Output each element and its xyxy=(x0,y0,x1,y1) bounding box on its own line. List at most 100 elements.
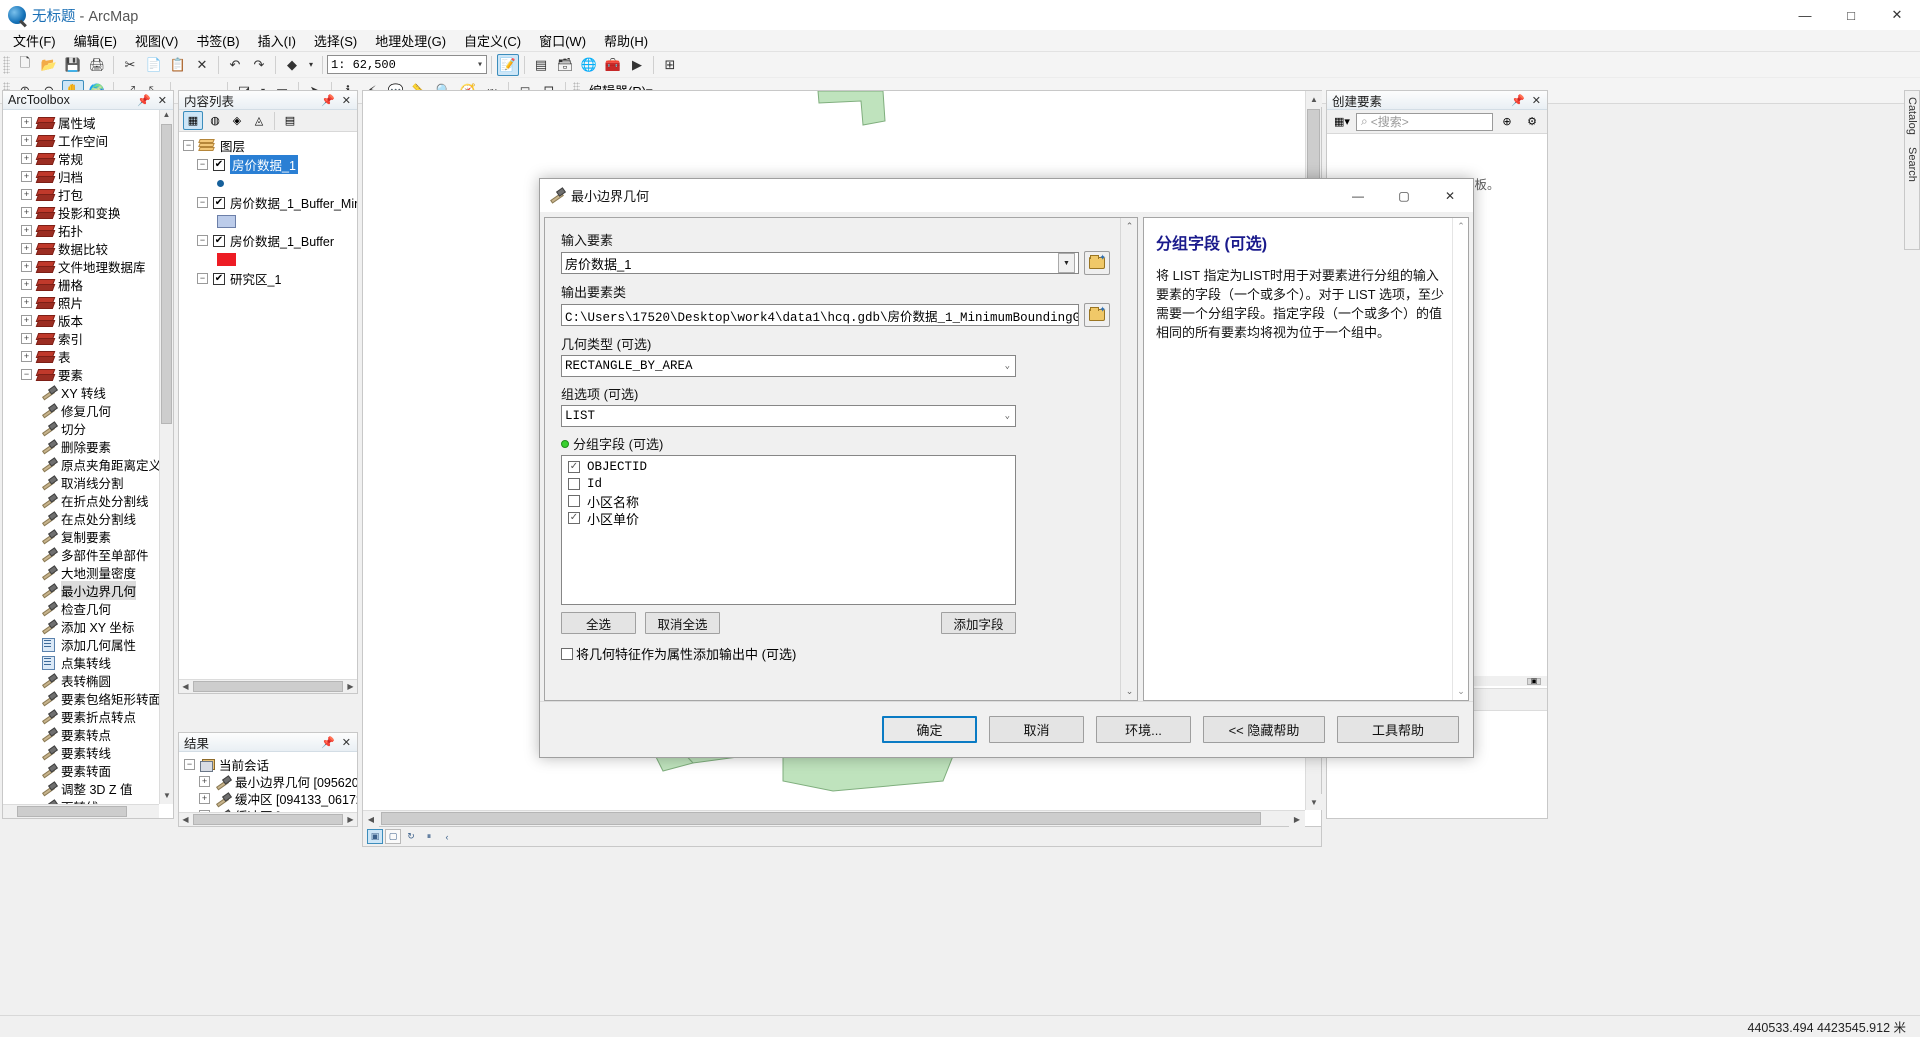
tool-node[interactable]: 在折点处分割线 xyxy=(3,491,173,509)
tool-node[interactable]: XY 转线 xyxy=(3,383,173,401)
scroll-thumb[interactable] xyxy=(17,806,127,817)
environments-button[interactable]: 环境... xyxy=(1096,716,1191,743)
group-fields-list[interactable]: ✓ OBJECTID Id 小区名称 ✓ 小区单价 xyxy=(568,460,1015,527)
toolset-node[interactable]: + 版本 xyxy=(3,311,173,329)
group-field-row[interactable]: ✓ OBJECTID xyxy=(568,460,1015,474)
tool-node[interactable]: 要素转线 xyxy=(3,743,173,761)
group-fields-listbox[interactable]: ✓ OBJECTID Id 小区名称 ✓ 小区单价 xyxy=(561,455,1016,605)
result-item[interactable]: +缓冲区 [094133_061720. xyxy=(184,790,357,807)
scroll-right-icon[interactable]: ▶ xyxy=(344,682,357,691)
group-field-row[interactable]: ✓ 小区单价 xyxy=(568,511,1015,527)
tool-node[interactable]: 修复几何 xyxy=(3,401,173,419)
group-field-checkbox[interactable] xyxy=(568,478,580,490)
toc-body[interactable]: ▦ ◍ ◈ ◬ ▤ −图层−✔房价数据_1−✔房价数据_1_Buffer_Min… xyxy=(179,110,357,693)
layer-symbol-row[interactable] xyxy=(183,174,357,193)
layout-view-button[interactable]: ▢ xyxy=(385,829,401,844)
tool-node[interactable]: 调整 3D Z 值 xyxy=(3,779,173,797)
layer-symbol-row[interactable] xyxy=(183,250,357,269)
toolset-node[interactable]: + 属性域 xyxy=(3,113,173,131)
layer-symbol-swatch[interactable] xyxy=(217,215,236,228)
result-item[interactable]: +最小边界几何 [095620_06 xyxy=(184,773,357,790)
add-field-button[interactable]: 添加字段 xyxy=(941,612,1016,634)
layer-symbol-swatch[interactable] xyxy=(217,253,236,266)
collapse-icon[interactable]: − xyxy=(184,759,195,770)
map-scale-combobox[interactable]: 1: 62,500 ▾ xyxy=(327,55,487,74)
scroll-right-icon[interactable]: ▶ xyxy=(1289,811,1305,827)
scroll-down-icon[interactable]: ▼ xyxy=(160,791,173,804)
close-button[interactable]: ✕ xyxy=(1874,0,1920,30)
layer-symbol-row[interactable] xyxy=(183,212,357,231)
results-horizontal-scrollbar[interactable]: ◀ ▶ xyxy=(179,812,357,826)
dialog-help-scrollbar[interactable]: ⌃ ⌄ xyxy=(1452,218,1468,700)
save-button[interactable]: 💾 xyxy=(62,54,84,76)
add-data-dropdown-icon[interactable]: ▾ xyxy=(305,54,317,76)
add-geometry-attributes-checkbox[interactable] xyxy=(561,647,573,660)
expand-icon[interactable]: + xyxy=(21,332,32,344)
layer-symbol-swatch[interactable] xyxy=(217,180,224,187)
chevron-down-icon[interactable]: ⌄ xyxy=(1005,361,1012,371)
cancel-button[interactable]: 取消 xyxy=(989,716,1084,743)
map-horizontal-scrollbar[interactable]: ◀ ▶ xyxy=(363,810,1305,827)
scroll-down-icon[interactable]: ▼ xyxy=(1306,794,1322,810)
scroll-left-icon[interactable]: ◀ xyxy=(363,811,379,827)
arctoolbox-horizontal-scrollbar[interactable] xyxy=(3,804,159,818)
chevron-down-icon[interactable]: ▾ xyxy=(477,59,483,71)
tool-node[interactable]: 复制要素 xyxy=(3,527,173,545)
dialog-minimize-button[interactable]: — xyxy=(1335,179,1381,213)
scroll-up-icon[interactable]: ▲ xyxy=(1306,91,1322,107)
dialog-maximize-button[interactable]: ▢ xyxy=(1381,179,1427,213)
tool-node[interactable]: 要素包络矩形转面 xyxy=(3,689,173,707)
tool-node[interactable]: 添加 XY 坐标 xyxy=(3,617,173,635)
add-geometry-attributes-row[interactable]: 将几何特征作为属性添加输出中 (可选) xyxy=(561,644,1110,663)
close-icon[interactable]: ✕ xyxy=(342,736,351,749)
list-by-visibility-button[interactable]: ◈ xyxy=(227,111,247,130)
collapse-icon[interactable]: − xyxy=(21,368,32,380)
tool-node[interactable]: 切分 xyxy=(3,419,173,437)
toc-options-button[interactable]: ▤ xyxy=(280,111,300,130)
collapse-icon[interactable]: − xyxy=(197,159,208,170)
expand-icon[interactable]: + xyxy=(21,206,32,218)
toolset-node[interactable]: + 表 xyxy=(3,347,173,365)
scroll-left-button[interactable]: ‹ xyxy=(439,829,455,844)
expand-icon[interactable]: + xyxy=(21,314,32,326)
toc-layer-item[interactable]: − ✔ 房价数据_1 xyxy=(183,155,357,174)
paste-button[interactable]: 📋 xyxy=(167,54,189,76)
scroll-right-icon[interactable]: ▶ xyxy=(344,815,357,824)
tool-node[interactable]: 取消线分割 xyxy=(3,473,173,491)
chevron-down-icon[interactable]: ⌄ xyxy=(1005,411,1012,421)
list-by-drawing-order-button[interactable]: ▦ xyxy=(183,111,203,130)
search-input[interactable]: ⌕ <搜索> xyxy=(1356,112,1493,131)
minimize-button[interactable]: — xyxy=(1782,0,1828,30)
menu-customize[interactable]: 自定义(C) xyxy=(455,29,530,52)
toolset-node[interactable]: − 要素 xyxy=(3,365,173,383)
pin-icon[interactable]: 📌 xyxy=(321,94,335,107)
group-field-checkbox[interactable] xyxy=(568,495,580,507)
toolbar-grip[interactable] xyxy=(3,55,10,74)
scroll-up-icon[interactable]: ⌃ xyxy=(1121,218,1137,235)
python-window-button[interactable]: ▶ xyxy=(626,54,648,76)
menu-selection[interactable]: 选择(S) xyxy=(305,29,366,52)
toolset-node[interactable]: + 投影和变换 xyxy=(3,203,173,221)
tool-node[interactable]: 多部件至单部件 xyxy=(3,545,173,563)
list-by-selection-button[interactable]: ◬ xyxy=(249,111,269,130)
tool-node[interactable]: 大地测量密度 xyxy=(3,563,173,581)
expand-icon[interactable]: + xyxy=(21,152,32,164)
new-template-button[interactable]: ▦▾ xyxy=(1332,112,1352,131)
delete-button[interactable]: ✕ xyxy=(191,54,213,76)
toolset-node[interactable]: + 索引 xyxy=(3,329,173,347)
tool-node[interactable]: 表转椭圆 xyxy=(3,671,173,689)
expand-icon[interactable]: + xyxy=(21,134,32,146)
collapse-icon[interactable]: − xyxy=(197,273,208,284)
toolset-node[interactable]: + 常规 xyxy=(3,149,173,167)
output-feature-class-input[interactable]: C:\Users\17520\Desktop\work4\data1\hcq.g… xyxy=(561,304,1079,326)
hide-help-button[interactable]: << 隐藏帮助 xyxy=(1203,716,1325,743)
data-view-button[interactable]: ▣ xyxy=(367,829,383,844)
scroll-thumb[interactable] xyxy=(193,681,343,692)
cut-button[interactable]: ✂ xyxy=(119,54,141,76)
expand-icon[interactable]: + xyxy=(21,296,32,308)
menu-window[interactable]: 窗口(W) xyxy=(530,29,595,52)
tool-node[interactable]: 要素折点转点 xyxy=(3,707,173,725)
toolset-node[interactable]: + 拓扑 xyxy=(3,221,173,239)
tool-node[interactable]: 原点夹角距离定义线 xyxy=(3,455,173,473)
tool-node[interactable]: 点集转线 xyxy=(3,653,173,671)
